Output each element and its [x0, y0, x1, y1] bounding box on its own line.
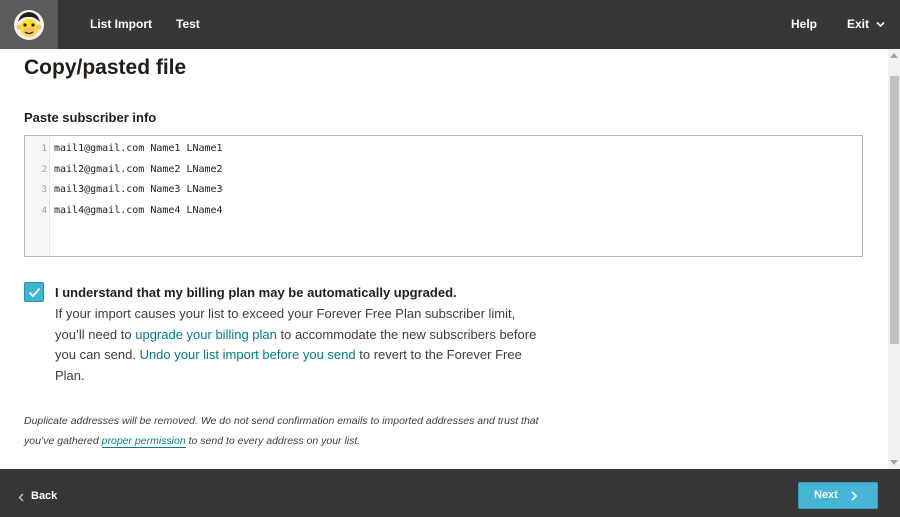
chevron-down-icon: [876, 21, 885, 28]
back-button[interactable]: Back: [18, 469, 57, 517]
line-number: 4: [41, 206, 47, 216]
top-bar: List Import Test Help Exit: [0, 0, 900, 49]
paste-label: Paste subscriber info: [24, 110, 157, 125]
line-number: 2: [41, 165, 47, 175]
vertical-scrollbar[interactable]: [888, 49, 900, 469]
proper-permission-link[interactable]: proper permission: [101, 435, 186, 448]
exit-label: Exit: [847, 17, 870, 31]
billing-checkbox-label: I understand that my billing plan may be…: [55, 285, 457, 300]
scroll-down-arrow-icon[interactable]: [890, 460, 898, 465]
scroll-up-arrow-icon[interactable]: [890, 53, 898, 58]
billing-upgrade-checkbox[interactable]: [24, 282, 44, 302]
line-text: mail4@gmail.com Name4 LName4: [54, 205, 223, 216]
billing-notice: If your import causes your list to excee…: [55, 304, 545, 386]
next-button[interactable]: Next: [798, 482, 878, 509]
scrollbar-thumb[interactable]: [890, 76, 899, 344]
mailchimp-logo-icon[interactable]: [0, 0, 58, 49]
back-label: Back: [31, 490, 58, 502]
line-text: mail2@gmail.com Name2 LName2: [54, 164, 223, 175]
line-number: 1: [41, 144, 47, 154]
checkmark-icon: [28, 287, 41, 298]
nav-list-import[interactable]: List Import: [90, 0, 152, 49]
upgrade-billing-link[interactable]: upgrade your billing plan: [135, 327, 277, 342]
line-text: mail3@gmail.com Name3 LName3: [54, 184, 223, 195]
nav-test[interactable]: Test: [176, 0, 200, 49]
exit-menu[interactable]: Exit: [847, 0, 885, 49]
chevron-right-icon: [851, 491, 857, 501]
main-content: Copy/pasted file Paste subscriber info 1…: [0, 49, 888, 469]
bottom-bar: Back Next: [0, 469, 900, 517]
paste-editor[interactable]: 1 mail1@gmail.com Name1 LName1 2 mail2@g…: [24, 135, 863, 257]
chevron-left-icon: [18, 493, 24, 502]
help-link[interactable]: Help: [791, 0, 817, 49]
line-text: mail1@gmail.com Name1 LName1: [54, 143, 223, 154]
line-number: 3: [41, 185, 47, 195]
undo-import-link[interactable]: Undo your list import before you send: [140, 347, 356, 362]
footnote-text: to send to every address on your list.: [185, 435, 361, 447]
duplicate-footnote: Duplicate addresses will be removed. We …: [24, 411, 544, 451]
next-label: Next: [814, 489, 838, 501]
page-title: Copy/pasted file: [24, 56, 187, 79]
